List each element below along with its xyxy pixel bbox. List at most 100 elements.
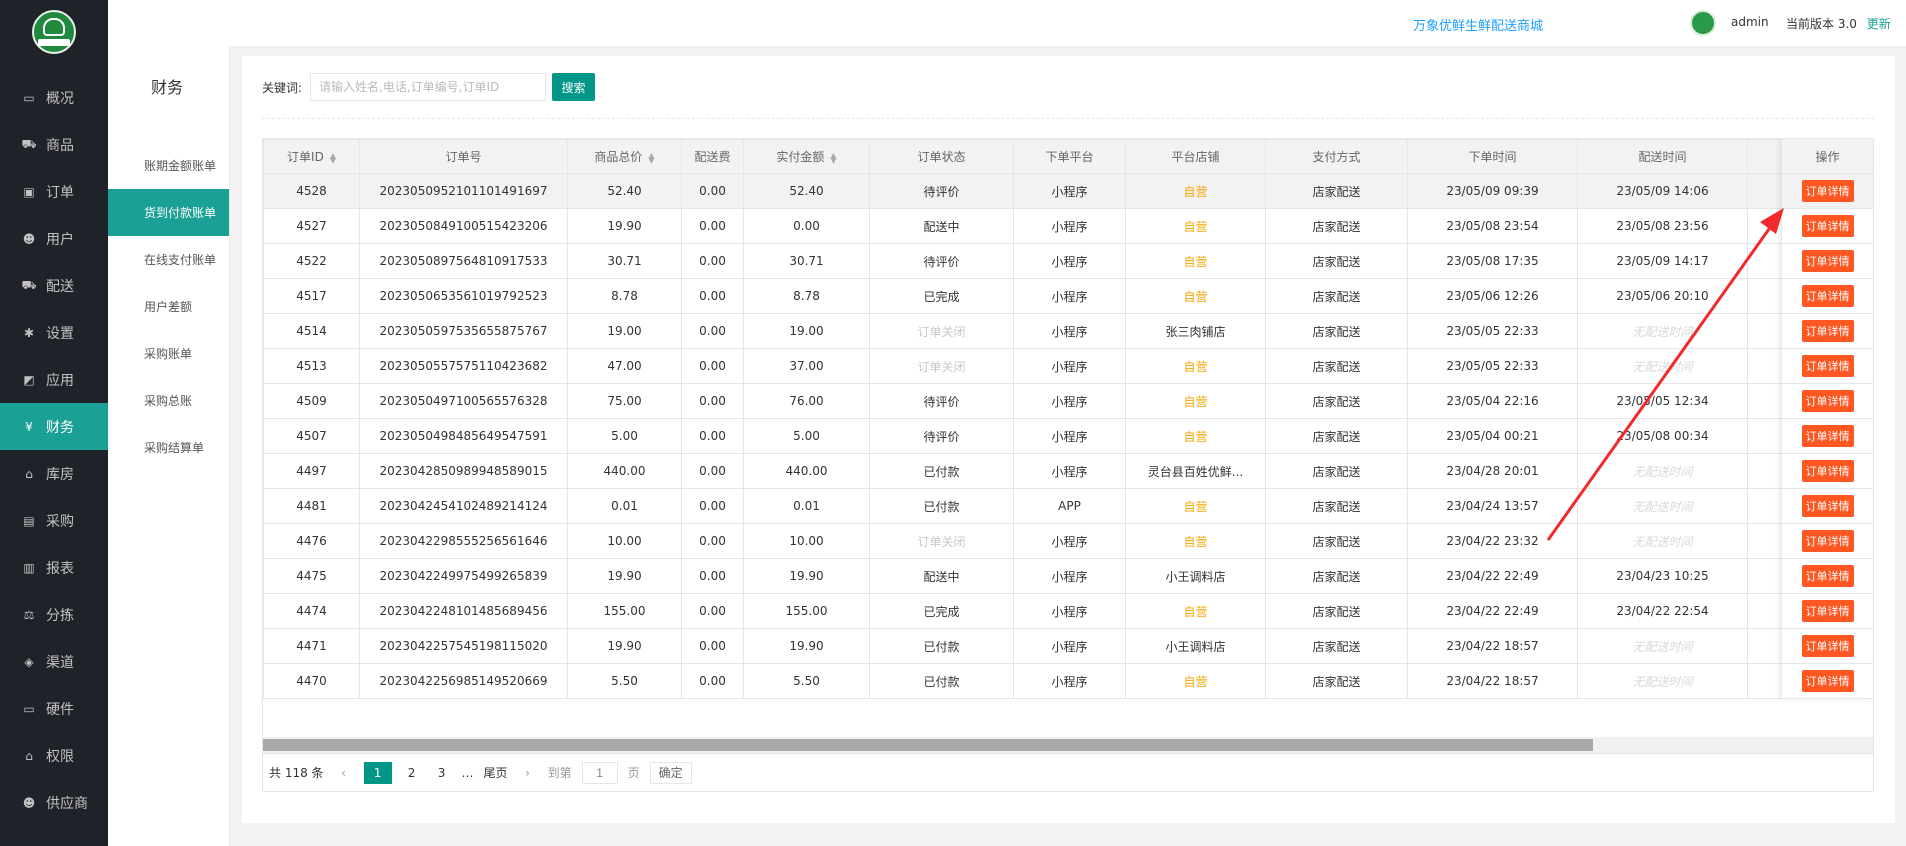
cell-no: 20230505975356558757​67 — [359, 313, 568, 349]
sidebar-item-9[interactable]: ▤ 采购 — [0, 497, 108, 544]
sidebar-item-10[interactable]: ▥ 报表 — [0, 544, 108, 591]
cell-platform: 小程序 — [1013, 453, 1126, 489]
cell-shop: 自营 — [1125, 383, 1266, 419]
sidebar-item-8[interactable]: ⌂ 库房 — [0, 450, 108, 497]
page-3[interactable]: 3 — [432, 762, 452, 784]
sidebar-item-0[interactable]: ▭ 概况 — [0, 74, 108, 121]
order-detail-button[interactable]: 订单详情 — [1801, 180, 1854, 202]
cell-total: 75.00 — [567, 383, 682, 419]
cell-ship-time: 23/04/22 22:54 — [1577, 593, 1748, 629]
table-row: 4514 20230505975356558757​67 19.00 0.00 19.0… — [263, 313, 1868, 349]
column-header-label: 平台店铺 — [1171, 150, 1220, 164]
action-cell: 订单详情 — [1782, 524, 1873, 559]
last-page[interactable]: 尾页 — [484, 762, 508, 784]
sidebar-item-1[interactable]: ⛟ 商品 — [0, 121, 108, 168]
scrollbar-thumb[interactable] — [263, 739, 1593, 751]
goto-confirm-button[interactable]: 确定 — [649, 761, 692, 784]
subnav-item-4[interactable]: 采购账单 — [108, 330, 229, 377]
cell-status: 已付款 — [869, 453, 1014, 489]
order-detail-button[interactable]: 订单详情 — [1801, 635, 1854, 657]
order-detail-button[interactable]: 订单详情 — [1801, 285, 1854, 307]
sidebar-item-2[interactable]: ▣ 订单 — [0, 168, 108, 215]
sort-icon[interactable]: ▲ ▼ — [830, 151, 836, 164]
cell-fee: 0.00 — [681, 593, 744, 629]
shop-name-link[interactable]: 万象优鲜生鲜配送商城 — [1413, 15, 1543, 34]
sidebar-item-15[interactable]: ☻ 供应商 — [0, 779, 108, 826]
column-header-6: 下单平台 — [1013, 139, 1126, 174]
sidebar-item-6[interactable]: ◩ 应用 — [0, 356, 108, 403]
cell-fee: 0.00 — [681, 173, 744, 209]
column-header-7: 平台店铺 — [1125, 139, 1266, 174]
order-detail-button[interactable]: 订单详情 — [1801, 425, 1854, 447]
sidebar-item-13[interactable]: ▭ 硬件 — [0, 685, 108, 732]
cell-pay: 店家配送 — [1265, 558, 1408, 594]
cell-platform: 小程序 — [1013, 278, 1126, 314]
subnav-item-2[interactable]: 在线支付账单 — [108, 236, 229, 283]
column-header-2[interactable]: 商品总价 ▲ ▼ — [567, 139, 682, 174]
search-input[interactable] — [310, 73, 547, 101]
order-detail-button[interactable]: 订单详情 — [1801, 320, 1854, 342]
brand-logo[interactable] — [32, 10, 76, 54]
table-row: 4509 20230504971005655763​28 75.00 0.00 76.0… — [263, 383, 1868, 419]
table-row: 4528 202305095210110149169​7 52.40 0.00 52.4… — [263, 173, 1868, 209]
cell-paid: 0.00 — [743, 208, 870, 244]
cell-order-time: 23/05/04 00:21 — [1407, 418, 1578, 454]
table-row: 4522 20230508975648109175​33 30.71 0.00 30.7… — [263, 243, 1868, 279]
order-detail-button[interactable]: 订单详情 — [1801, 565, 1854, 587]
next-page-icon[interactable]: › — [518, 762, 538, 784]
prev-page-icon[interactable]: ‹ — [334, 762, 354, 784]
column-header-4[interactable]: 实付金额 ▲ ▼ — [743, 139, 870, 174]
update-link[interactable]: 更新 — [1867, 17, 1891, 31]
subnav-item-5[interactable]: 采购总账 — [108, 377, 229, 424]
avatar[interactable] — [1690, 10, 1716, 36]
cell-paid: 37.00 — [743, 348, 870, 384]
cell-platform: 小程序 — [1013, 173, 1126, 209]
sort-icon[interactable]: ▲ ▼ — [648, 151, 654, 164]
cell-paid: 8.78 — [743, 278, 870, 314]
page-2[interactable]: 2 — [402, 762, 422, 784]
order-detail-button[interactable]: 订单详情 — [1801, 460, 1854, 482]
horizontal-scrollbar[interactable] — [263, 737, 1873, 753]
sidebar-item-11[interactable]: ⚖ 分拣 — [0, 591, 108, 638]
cell-status: 订单关闭 — [869, 348, 1014, 384]
cell-shop: 自营 — [1125, 488, 1266, 524]
cell-order-time: 23/05/06 12:26 — [1407, 278, 1578, 314]
sidebar-item-5[interactable]: ✱ 设置 — [0, 309, 108, 356]
cell-total: 47.00 — [567, 348, 682, 384]
sidebar-item-label: 订单 — [46, 184, 74, 201]
column-header-label: 支付方式 — [1312, 150, 1361, 164]
order-detail-button[interactable]: 订单详情 — [1801, 390, 1854, 412]
order-detail-button[interactable]: 订单详情 — [1801, 600, 1854, 622]
cell-platform: 小程序 — [1013, 383, 1126, 419]
subnav-item-3[interactable]: 用户差额 — [108, 283, 229, 330]
search-button[interactable]: 搜索 — [552, 73, 596, 101]
cell-id: 4509 — [263, 383, 360, 419]
sidebar-item-14[interactable]: ⌂ 权限 — [0, 732, 108, 779]
sidebar-item-12[interactable]: ◈ 渠道 — [0, 638, 108, 685]
order-detail-button[interactable]: 订单详情 — [1801, 250, 1854, 272]
order-detail-button[interactable]: 订单详情 — [1801, 495, 1854, 517]
action-cell: 订单详情 — [1782, 314, 1873, 349]
main-nav: ▭ 概况 ⛟ 商品 ▣ 订单 ☻ 用户 ⛟ 配送 ✱ 设置 ◩ 应用 ¥ 财务 ⌂ 库房 ▤ 采购 ▥ 报表 ⚖ 分拣 ◈ 渠道 ▭… — [0, 74, 108, 826]
sidebar-item-3[interactable]: ☻ 用户 — [0, 215, 108, 262]
cell-ship-time: 无配送时间 — [1577, 348, 1748, 384]
cell-order-time: 23/05/04 22:16 — [1407, 383, 1578, 419]
subnav-item-1[interactable]: 货到付款账单 — [108, 189, 229, 236]
goto-page-input[interactable] — [581, 761, 618, 784]
subnav-item-0[interactable]: 账期金额账单 — [108, 142, 229, 189]
column-header-0[interactable]: 订单ID ▲ ▼ — [263, 139, 360, 174]
sidebar-item-7[interactable]: ¥ 财务 — [0, 403, 108, 450]
monitor-icon: ▭ — [23, 90, 35, 105]
sidebar-item-4[interactable]: ⛟ 配送 — [0, 262, 108, 309]
cell-ship-time: 无配送时间 — [1577, 628, 1748, 664]
page-1[interactable]: 1 — [363, 761, 392, 784]
cell-total: 155.00 — [567, 593, 682, 629]
username[interactable]: admin — [1731, 15, 1769, 29]
order-detail-button[interactable]: 订单详情 — [1801, 670, 1854, 692]
subnav-item-6[interactable]: 采购结算单 — [108, 424, 229, 471]
sidebar-item-label: 供应商 — [46, 795, 88, 812]
sort-icon[interactable]: ▲ ▼ — [330, 151, 336, 164]
order-detail-button[interactable]: 订单详情 — [1801, 530, 1854, 552]
order-detail-button[interactable]: 订单详情 — [1801, 355, 1854, 377]
order-detail-button[interactable]: 订单详情 — [1801, 215, 1854, 237]
